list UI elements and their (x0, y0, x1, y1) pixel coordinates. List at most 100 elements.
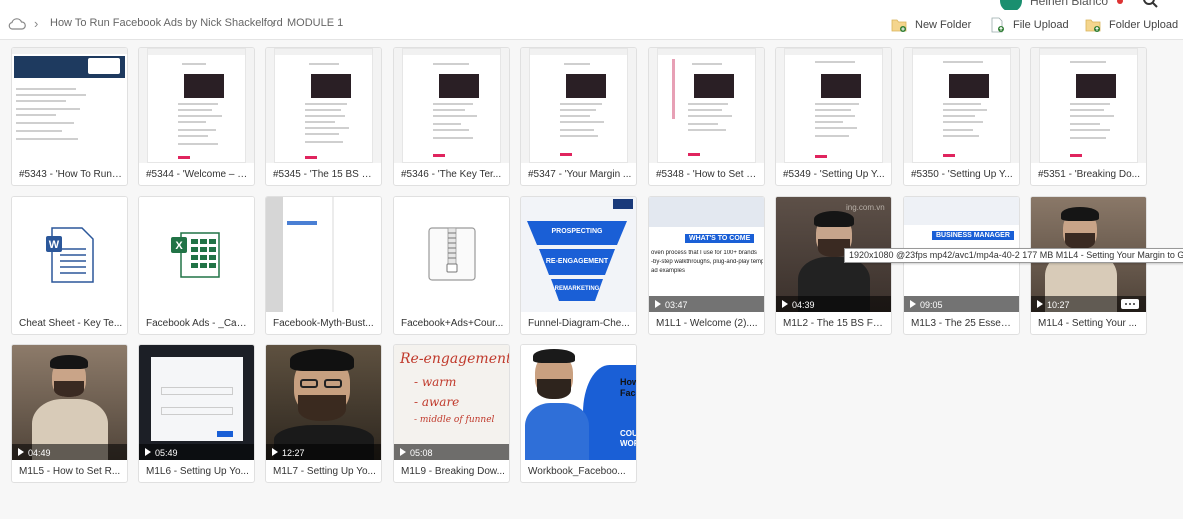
file-name: #5347 - 'Your Margin ... (528, 169, 632, 180)
play-icon (145, 448, 151, 456)
search-icon[interactable] (1142, 0, 1158, 8)
file-tile[interactable]: BUSINESS MANAGER 09:05 M1L3 - The 25 Ess… (903, 196, 1020, 335)
file-tile[interactable]: WHAT'S TO COME oven process that I use f… (648, 196, 765, 335)
video-overlay-text: oven process that I use for 100+ brands (651, 250, 757, 256)
file-tile[interactable]: 10:27 M1L4 - Setting Your ... (1030, 196, 1147, 335)
funnel-stage-label: PROSPECTING (551, 228, 603, 235)
play-icon (1037, 300, 1043, 308)
dot-icon (1129, 303, 1131, 305)
new-folder-label: New Folder (915, 19, 972, 31)
file-upload-icon (991, 17, 1004, 33)
video-overlay-text: ad examples (651, 268, 686, 274)
dot-icon (1133, 303, 1135, 305)
webpage-thumbnail (139, 48, 254, 163)
video-overlay-text: -by-step walkthroughs, plug-and-play tem… (651, 259, 763, 265)
whiteboard-text: - middle of funnel (414, 415, 495, 425)
image-text: WOR (620, 439, 636, 448)
file-name: #5351 - 'Breaking Do... (1038, 169, 1140, 180)
file-tile[interactable]: 04:49 M1L5 - How to Set R... (11, 344, 128, 483)
top-bar: Heinen Blanco (0, 0, 1183, 12)
play-icon (782, 300, 788, 308)
file-name: Facebook+Ads+Cour... (401, 318, 504, 329)
funnel-stage-label: REMARKETING (554, 286, 600, 292)
excel-file-thumbnail: X (139, 197, 254, 312)
video-overlay-text: ing.com.vn (846, 203, 885, 212)
video-overlay-title: BUSINESS MANAGER (932, 231, 1014, 240)
word-file-thumbnail: W (12, 197, 127, 312)
new-folder-icon (891, 19, 907, 32)
video-duration: 09:05 (920, 300, 943, 310)
file-name: Workbook_Faceboo... (528, 466, 626, 477)
new-folder-button[interactable]: New Folder (891, 14, 971, 36)
file-name: Facebook Ads - _Can... (146, 318, 250, 329)
breadcrumb-item-course[interactable]: How To Run Facebook Ads by Nick Shackelf… (50, 17, 283, 29)
file-tile[interactable]: #5351 - 'Breaking Do... (1030, 47, 1147, 186)
file-tile[interactable]: ing.com.vn 04:39 M1L2 - The 15 BS Fac... (775, 196, 892, 335)
file-name: #5346 - 'The Key Ter... (401, 169, 502, 180)
breadcrumb-item-module[interactable]: MODULE 1 (287, 17, 343, 29)
file-tile[interactable]: #5346 - 'The Key Ter... (393, 47, 510, 186)
file-tile[interactable]: X Facebook Ads - _Can... (138, 196, 255, 335)
webpage-thumbnail (649, 48, 764, 163)
file-name: M1L1 - Welcome (2).... (656, 318, 758, 329)
file-tile[interactable]: #5349 - 'Setting Up Y... (775, 47, 892, 186)
file-tile[interactable]: 05:49 M1L6 - Setting Up Yo... (138, 344, 255, 483)
video-thumbnail: 12:27 (266, 345, 381, 460)
video-duration-bar: 09:05 (904, 296, 1019, 312)
breadcrumb-separator: › (271, 16, 276, 31)
webpage-thumbnail (394, 48, 509, 163)
file-name: #5349 - 'Setting Up Y... (783, 169, 885, 180)
webpage-thumbnail (1031, 48, 1146, 163)
svg-text:W: W (49, 239, 60, 251)
file-tile[interactable]: PROSPECTING RE-ENGAGEMENT REMARKETING Fu… (520, 196, 637, 335)
video-duration-bar: 04:49 (12, 444, 127, 460)
file-tile[interactable]: W Cheat Sheet - Key Te... (11, 196, 128, 335)
file-tile[interactable]: #5343 - 'How To Run Facebook Ads' (11, 47, 128, 186)
file-name: M1L5 - How to Set R... (19, 466, 121, 477)
funnel-diagram-thumbnail: PROSPECTING RE-ENGAGEMENT REMARKETING (521, 197, 636, 312)
file-tile[interactable]: Facebook+Ads+Cour... (393, 196, 510, 335)
file-name: #5345 - 'The 15 BS Fa... (273, 169, 377, 180)
play-icon (272, 448, 278, 456)
zip-archive-icon (428, 227, 476, 281)
image-thumbnail: How Face COU WOR (521, 345, 636, 460)
play-icon (18, 448, 24, 456)
file-upload-button[interactable]: File Upload (989, 14, 1069, 36)
whiteboard-text: Re-engagement (400, 351, 509, 367)
file-tile[interactable]: How Face COU WOR Workbook_Faceboo... (520, 344, 637, 483)
file-tile[interactable]: #5347 - 'Your Margin ... (520, 47, 637, 186)
webpage-thumbnail (266, 48, 381, 163)
file-tile[interactable]: Re-engagement - warm - aware - middle of… (393, 344, 510, 483)
excel-spreadsheet-icon: X (171, 232, 220, 278)
file-name: M1L2 - The 15 BS Fac... (783, 318, 887, 329)
play-icon (655, 300, 661, 308)
file-tile[interactable]: Facebook-Myth-Bust... (265, 196, 382, 335)
file-tile[interactable]: #5350 - 'Setting Up Y... (903, 47, 1020, 186)
cloud-icon[interactable] (8, 17, 26, 31)
video-duration: 10:27 (1047, 300, 1070, 310)
folder-upload-icon (1085, 19, 1101, 32)
folder-upload-label: Folder Upload (1109, 19, 1179, 31)
user-name[interactable]: Heinen Blanco (1030, 0, 1108, 8)
more-options-button[interactable] (1121, 299, 1139, 309)
pdf-thumbnail (266, 197, 381, 312)
zip-file-thumbnail (394, 197, 509, 312)
webpage-thumbnail (904, 48, 1019, 163)
file-tile[interactable]: #5344 - 'Welcome – F... (138, 47, 255, 186)
breadcrumb-bar: › How To Run Facebook Ads by Nick Shacke… (0, 10, 1183, 40)
file-tile[interactable]: #5345 - 'The 15 BS Fa... (265, 47, 382, 186)
file-tile[interactable]: #5348 - 'How to Set R... (648, 47, 765, 186)
image-text: Face (620, 388, 636, 398)
folder-upload-button[interactable]: Folder Upload (1085, 14, 1178, 36)
file-tile[interactable]: 12:27 M1L7 - Setting Up Yo... (265, 344, 382, 483)
image-text: How (620, 377, 636, 387)
video-thumbnail: 05:49 (139, 345, 254, 460)
video-duration: 12:27 (282, 448, 305, 458)
video-duration-bar: 12:27 (266, 444, 381, 460)
file-info-tooltip: 1920x1080 @23fps mp42/avc1/mp4a-40-2 177… (844, 248, 1183, 263)
breadcrumb-separator: › (34, 16, 39, 31)
file-name: M1L4 - Setting Your ... (1038, 318, 1137, 329)
file-name: M1L7 - Setting Up Yo... (273, 466, 376, 477)
file-name: Cheat Sheet - Key Te... (19, 318, 123, 329)
file-name: #5343 - 'How To Run Facebook Ads' (19, 169, 123, 180)
